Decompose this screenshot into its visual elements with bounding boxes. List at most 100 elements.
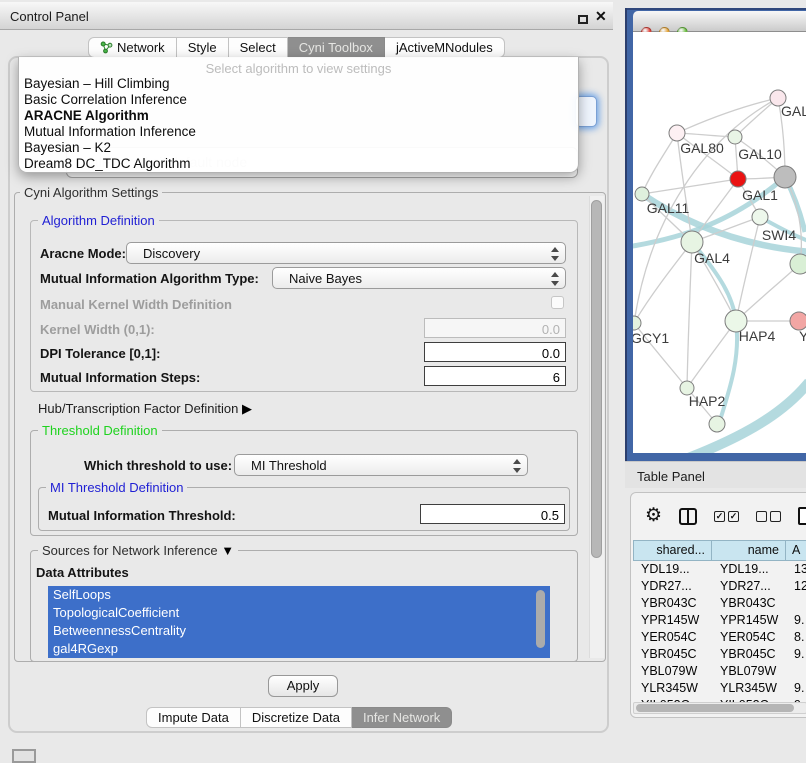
network-edge[interactable] [736, 217, 760, 321]
sources-title-text: Sources for Network Inference [42, 543, 218, 558]
tab-style[interactable]: Style [177, 37, 229, 58]
tab-select[interactable]: Select [229, 37, 288, 58]
manual-kernel-width-checkbox[interactable] [551, 296, 564, 309]
table-row[interactable]: YBL079WYBL079W [633, 663, 806, 680]
tab-cyni-toolbox[interactable]: Cyni Toolbox [288, 37, 385, 58]
kernel-width-field[interactable] [424, 318, 566, 338]
algorithm-option-mutual-information-inference[interactable]: Mutual Information Inference [19, 124, 578, 140]
table-row[interactable]: YER054CYER054C8. [633, 629, 806, 646]
table-cell: YER054C [633, 629, 712, 646]
close-icon[interactable]: ✕ [595, 8, 607, 25]
expander-arrow-icon: ▶ [242, 401, 252, 416]
new-table-icon[interactable] [798, 507, 806, 525]
table-cell: YBL079W [712, 663, 786, 680]
mi-threshold-field[interactable] [420, 504, 565, 524]
table-cell [786, 595, 806, 612]
node-label: GAL80 [680, 140, 724, 156]
gear-icon[interactable]: ⚙ [645, 506, 662, 526]
attribute-item-selfloops[interactable]: SelfLoops [48, 586, 550, 604]
table-row[interactable]: YPR145WYPR145W9. [633, 612, 806, 629]
node-label: GAL4 [694, 250, 730, 266]
algorithm-option-bayesian-k2[interactable]: Bayesian – K2 [19, 140, 578, 156]
network-edge[interactable] [717, 321, 737, 430]
table-toolbar: ⚙ ✓✓ [645, 505, 806, 527]
tab-label: jActiveMNodules [396, 38, 493, 58]
table-row[interactable]: YBR043CYBR043C [633, 595, 806, 612]
mi-algorithm-type-select[interactable]: Naive Bayes [272, 267, 566, 289]
mi-steps-field[interactable] [424, 366, 566, 386]
column-header-shared[interactable]: shared... [633, 540, 712, 561]
table-row[interactable]: YDL19...YDL19...13 [633, 561, 806, 578]
stepper-arrows-icon [551, 247, 560, 261]
minimized-panel-icon[interactable] [12, 749, 36, 763]
data-attributes-list[interactable]: SelfLoopsTopologicalCoefficientBetweenne… [48, 586, 550, 658]
tab-jactivemnodules[interactable]: jActiveMNodules [385, 37, 505, 58]
network-node-gal11[interactable] [635, 187, 649, 201]
which-threshold-select[interactable]: MI Threshold [234, 454, 528, 476]
network-node-gal1[interactable] [730, 171, 746, 187]
node-label: SWI4 [762, 227, 796, 243]
algorithm-option-basic-correlation-inference[interactable]: Basic Correlation Inference [19, 92, 578, 108]
network-edge[interactable] [687, 321, 736, 388]
column-header-name[interactable]: name [712, 540, 786, 561]
algorithm-option-aracne-algorithm[interactable]: ARACNE Algorithm [19, 108, 578, 124]
mi-threshold-definition-title: MI Threshold Definition [46, 480, 187, 495]
algorithm-option-bayesian-hill-climbing[interactable]: Bayesian – Hill Climbing [19, 76, 578, 92]
node-table: shared...nameA YDL19...YDL19...13YDR27..… [633, 540, 806, 702]
network-window-titlebar[interactable] [633, 11, 806, 32]
network-node[interactable] [790, 254, 806, 274]
dpi-tolerance-field[interactable] [424, 342, 566, 362]
network-node[interactable] [774, 166, 796, 188]
tab-network[interactable]: Network [88, 37, 177, 58]
tab-discretize-data[interactable]: Discretize Data [241, 707, 352, 728]
attribute-item-topologicalcoefficient[interactable]: TopologicalCoefficient [48, 604, 550, 622]
table-cell: YDR27... [712, 578, 786, 595]
attribute-item-gal4rgexp[interactable]: gal4RGexp [48, 640, 550, 658]
network-edge[interactable] [642, 133, 677, 194]
node-label: HAP4 [739, 328, 776, 344]
network-node-gal80[interactable] [669, 125, 685, 141]
network-edge[interactable] [642, 179, 738, 194]
network-edge[interactable] [677, 98, 778, 133]
table-hscrollbar-thumb[interactable] [636, 704, 794, 712]
table-cell: YDR27... [633, 578, 712, 595]
algorithm-option-dream8-dc-tdc-algorithm[interactable]: Dream8 DC_TDC Algorithm [19, 156, 578, 172]
algorithm-dropdown-list: Bayesian – Hill ClimbingBasic Correlatio… [19, 76, 578, 172]
column-header-a[interactable]: A [786, 540, 806, 561]
network-edge[interactable] [687, 242, 692, 388]
select-all-columns-icon[interactable]: ✓✓ [714, 511, 739, 522]
table-hscrollbar[interactable] [633, 702, 806, 714]
tab-impute-data[interactable]: Impute Data [146, 707, 241, 728]
table-row[interactable]: YDR27...YDR27...12 [633, 578, 806, 595]
table-cell: YBL079W [633, 663, 712, 680]
network-node-gcy1[interactable] [633, 316, 641, 330]
table-row[interactable]: YBR045CYBR045C9. [633, 646, 806, 663]
table-row[interactable]: YLR345WYLR345W9. [633, 680, 806, 697]
sources-group-title[interactable]: Sources for Network Inference ▼ [38, 543, 238, 558]
which-threshold-label: Which threshold to use: [84, 458, 232, 473]
network-node-swi4[interactable] [752, 209, 768, 225]
columns-icon[interactable] [679, 508, 697, 525]
network-node-gal10[interactable] [728, 130, 742, 144]
network-edge[interactable] [736, 264, 800, 321]
tab-infer-network[interactable]: Infer Network [352, 707, 452, 728]
hub-definition-expander[interactable]: Hub/Transcription Factor Definition ▶ [38, 401, 252, 417]
apply-button[interactable]: Apply [268, 675, 338, 697]
mi-threshold-label: Mutual Information Threshold: [48, 508, 236, 523]
table-header-row: shared...nameA [633, 540, 806, 561]
deselect-all-columns-icon[interactable] [756, 511, 781, 522]
table-cell: YER054C [712, 629, 786, 646]
float-panel-icon[interactable] [578, 15, 588, 24]
network-node[interactable] [709, 416, 725, 432]
table-cell: YBR045C [633, 646, 712, 663]
hub-definition-label: Hub/Transcription Factor Definition [38, 401, 238, 416]
attribute-list-scrollbar[interactable] [536, 590, 545, 648]
table-cell: YBR043C [633, 595, 712, 612]
checkbox-glyph: ✓ [714, 511, 725, 522]
table-cell: YPR145W [633, 612, 712, 629]
attribute-item-betweennesscentrality[interactable]: BetweennessCentrality [48, 622, 550, 640]
network-canvas[interactable]: GALGAL80GAL10GAL1GAL11SWI4GAL4GCY1HAP4YH… [633, 32, 806, 453]
aracne-mode-select[interactable]: Discovery [126, 242, 566, 264]
tab-label: Network [117, 38, 165, 58]
settings-scrollbar-thumb[interactable] [591, 200, 602, 558]
